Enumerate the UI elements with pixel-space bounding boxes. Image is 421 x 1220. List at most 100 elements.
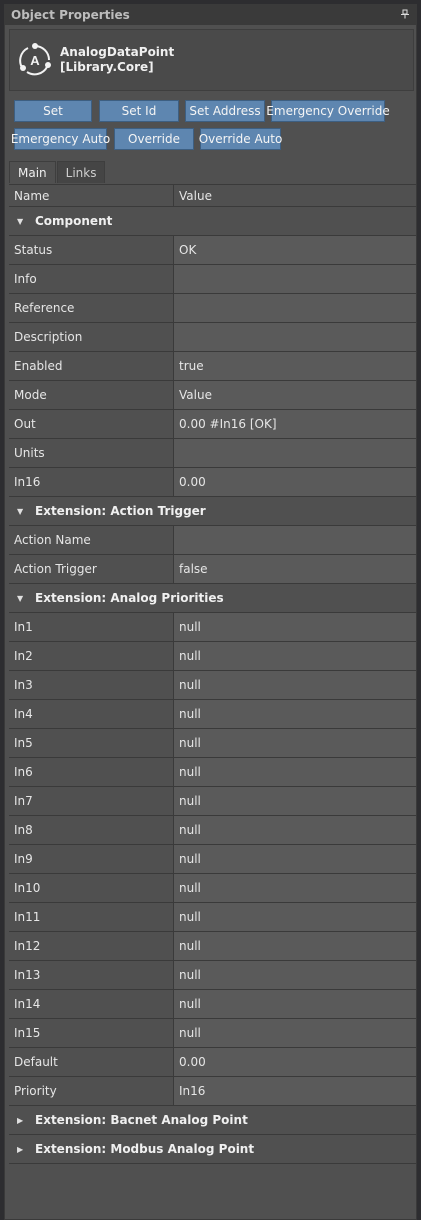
- property-name: Info: [9, 265, 174, 293]
- svg-text:A: A: [30, 53, 40, 68]
- property-row[interactable]: Out 0.00 #In16 [OK]: [9, 410, 416, 439]
- property-value[interactable]: null: [174, 700, 416, 728]
- property-row[interactable]: Action Trigger false: [9, 555, 416, 584]
- property-name: In12: [9, 932, 174, 960]
- property-name: Description: [9, 323, 174, 351]
- property-row[interactable]: In11 null: [9, 903, 416, 932]
- property-name: In9: [9, 845, 174, 873]
- tab-main[interactable]: Main: [9, 161, 56, 183]
- property-value[interactable]: In16: [174, 1077, 416, 1105]
- property-row[interactable]: In10 null: [9, 874, 416, 903]
- pin-icon[interactable]: [400, 9, 410, 22]
- property-row[interactable]: In4 null: [9, 700, 416, 729]
- property-row[interactable]: Mode Value: [9, 381, 416, 410]
- property-row[interactable]: In6 null: [9, 758, 416, 787]
- column-header-name[interactable]: Name: [9, 185, 174, 206]
- property-value[interactable]: null: [174, 1019, 416, 1047]
- property-row[interactable]: In8 null: [9, 816, 416, 845]
- property-value[interactable]: null: [174, 642, 416, 670]
- property-name: In3: [9, 671, 174, 699]
- category-row[interactable]: ▶ Extension: Bacnet Analog Point: [9, 1106, 416, 1135]
- tab-links[interactable]: Links: [56, 161, 106, 183]
- property-row[interactable]: In2 null: [9, 642, 416, 671]
- property-row[interactable]: Priority In16: [9, 1077, 416, 1106]
- property-row[interactable]: In13 null: [9, 961, 416, 990]
- caret-down-icon[interactable]: ▼: [17, 594, 25, 603]
- column-header-value[interactable]: Value: [174, 185, 416, 206]
- emergency-override-button[interactable]: Emergency Override: [266, 100, 390, 122]
- property-row[interactable]: Description: [9, 323, 416, 352]
- property-value[interactable]: 0.00: [174, 468, 416, 496]
- category-row[interactable]: ▼ Extension: Analog Priorities: [9, 584, 416, 613]
- property-row[interactable]: Info: [9, 265, 416, 294]
- override-button[interactable]: Override: [114, 128, 194, 150]
- property-row[interactable]: In3 null: [9, 671, 416, 700]
- property-grid: Name Value ▼ Component Status OK Info Referen…: [9, 184, 416, 1164]
- property-value[interactable]: Value: [174, 381, 416, 409]
- caret-right-icon[interactable]: ▶: [17, 1145, 25, 1154]
- property-name: Status: [9, 236, 174, 264]
- set-button[interactable]: Set: [14, 100, 92, 122]
- category-row[interactable]: ▶ Extension: Modbus Analog Point: [9, 1135, 416, 1164]
- property-value[interactable]: 0.00: [174, 1048, 416, 1076]
- property-name: Default: [9, 1048, 174, 1076]
- property-value[interactable]: null: [174, 671, 416, 699]
- property-name: In1: [9, 613, 174, 641]
- caret-down-icon[interactable]: ▼: [17, 217, 25, 226]
- set-id-button[interactable]: Set Id: [99, 100, 179, 122]
- caret-right-icon[interactable]: ▶: [17, 1116, 25, 1125]
- category-row[interactable]: ▼ Component: [9, 207, 416, 236]
- property-value[interactable]: [174, 323, 416, 351]
- property-row[interactable]: In15 null: [9, 1019, 416, 1048]
- property-name: In11: [9, 903, 174, 931]
- property-value[interactable]: null: [174, 845, 416, 873]
- property-value[interactable]: [174, 294, 416, 322]
- property-name: In15: [9, 1019, 174, 1047]
- property-row[interactable]: In12 null: [9, 932, 416, 961]
- object-properties-panel: Object Properties A AnalogDataPoint [Lib…: [4, 4, 417, 1220]
- override-auto-button[interactable]: Override Auto: [199, 128, 282, 150]
- property-name: In7: [9, 787, 174, 815]
- property-value[interactable]: [174, 265, 416, 293]
- category-row[interactable]: ▼ Extension: Action Trigger: [9, 497, 416, 526]
- property-row[interactable]: In16 0.00: [9, 468, 416, 497]
- property-value[interactable]: null: [174, 758, 416, 786]
- property-value[interactable]: null: [174, 903, 416, 931]
- analog-datapoint-icon: A: [18, 43, 52, 77]
- property-value[interactable]: false: [174, 555, 416, 583]
- property-value[interactable]: [174, 439, 416, 467]
- emergency-auto-button[interactable]: Emergency Auto: [11, 128, 110, 150]
- property-value[interactable]: null: [174, 787, 416, 815]
- property-value[interactable]: null: [174, 932, 416, 960]
- property-name: In10: [9, 874, 174, 902]
- property-row[interactable]: In14 null: [9, 990, 416, 1019]
- property-name: Reference: [9, 294, 174, 322]
- property-row[interactable]: In7 null: [9, 787, 416, 816]
- property-value[interactable]: null: [174, 816, 416, 844]
- object-name: AnalogDataPoint: [60, 45, 175, 59]
- property-row[interactable]: In9 null: [9, 845, 416, 874]
- property-value[interactable]: true: [174, 352, 416, 380]
- property-value[interactable]: 0.00 #In16 [OK]: [174, 410, 416, 438]
- set-address-button[interactable]: Set Address: [185, 100, 265, 122]
- category-label: Extension: Analog Priorities: [35, 591, 224, 605]
- property-row[interactable]: Enabled true: [9, 352, 416, 381]
- property-row[interactable]: Reference: [9, 294, 416, 323]
- property-row[interactable]: Units: [9, 439, 416, 468]
- property-row[interactable]: Action Name: [9, 526, 416, 555]
- property-value[interactable]: OK: [174, 236, 416, 264]
- property-value[interactable]: [174, 526, 416, 554]
- property-value[interactable]: null: [174, 729, 416, 757]
- property-value[interactable]: null: [174, 961, 416, 989]
- property-row[interactable]: Status OK: [9, 236, 416, 265]
- property-value[interactable]: null: [174, 990, 416, 1018]
- property-row[interactable]: In5 null: [9, 729, 416, 758]
- property-name: Out: [9, 410, 174, 438]
- object-library: [Library.Core]: [60, 60, 154, 74]
- caret-down-icon[interactable]: ▼: [17, 507, 25, 516]
- property-value[interactable]: null: [174, 874, 416, 902]
- property-value[interactable]: null: [174, 613, 416, 641]
- property-row[interactable]: In1 null: [9, 613, 416, 642]
- property-name: Mode: [9, 381, 174, 409]
- property-row[interactable]: Default 0.00: [9, 1048, 416, 1077]
